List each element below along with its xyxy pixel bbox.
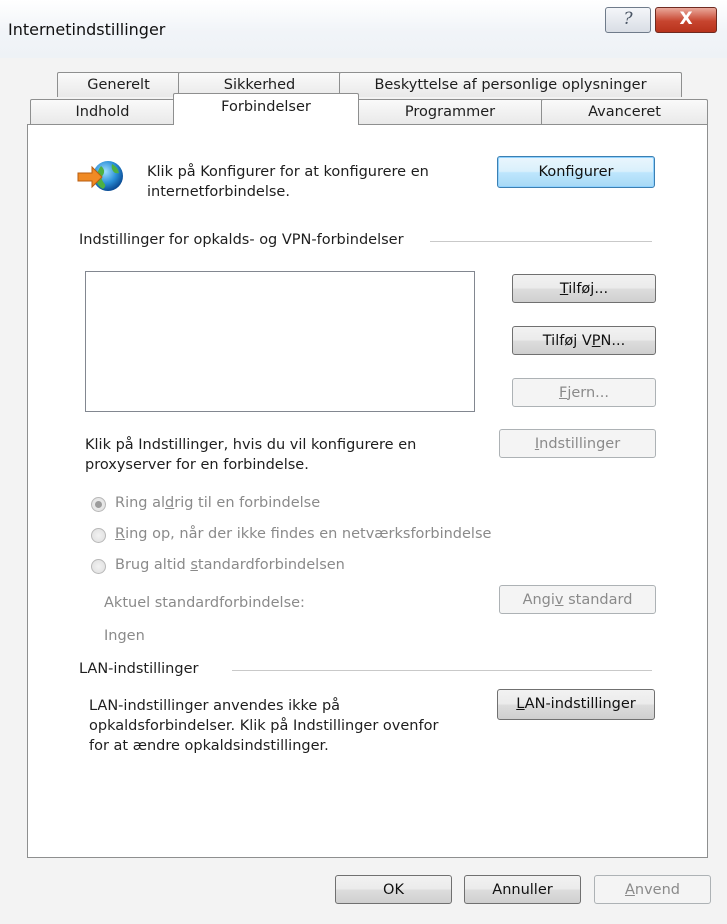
setup-text-line1: Klik på Konfigurer for at konfigurere en — [147, 164, 429, 180]
setup-text-line2: internetforbindelse. — [147, 184, 290, 200]
tab-connections[interactable]: Forbindelser — [173, 93, 359, 125]
tab-advanced[interactable]: Avanceret — [541, 99, 708, 124]
dialup-separator — [430, 241, 652, 242]
proxy-text-line1: Klik på Indstillinger, hvis du vil konfi… — [85, 437, 417, 453]
set-default-button[interactable]: Angiv standard — [499, 585, 656, 614]
globe-connection-icon — [77, 161, 123, 191]
radio-always-default[interactable] — [91, 559, 106, 574]
title-bar[interactable]: Internetindstillinger ? X — [0, 0, 727, 58]
dialup-settings-button[interactable]: Indstillinger — [499, 429, 656, 458]
help-button[interactable]: ? — [605, 7, 651, 33]
current-default-label: Aktuel standardforbindelse: — [104, 595, 305, 611]
radio-never-dial[interactable] — [91, 497, 106, 512]
tab-content[interactable]: Indhold — [30, 99, 175, 124]
lan-separator — [232, 670, 652, 671]
radio-dial-when-needed-label[interactable]: Ring op, når der ikke findes en netværks… — [115, 525, 491, 544]
lan-settings-button[interactable]: LAN-indstillinger — [497, 689, 655, 720]
close-icon: X — [679, 9, 693, 29]
remove-button[interactable]: Fjern... — [512, 378, 656, 407]
help-icon: ? — [623, 9, 633, 29]
current-default-value: Ingen — [104, 628, 145, 644]
lan-text-line1: LAN-indstillinger anvendes ikke på — [89, 698, 341, 714]
radio-dial-when-needed[interactable] — [91, 528, 106, 543]
add-button[interactable]: Tilføj... — [512, 274, 656, 303]
radio-never-dial-label[interactable]: Ring aldrig til en forbindelse — [115, 494, 320, 513]
add-vpn-button[interactable]: Tilføj VPN... — [512, 326, 656, 355]
dialup-section-label: Indstillinger for opkalds- og VPN-forbin… — [79, 232, 404, 248]
tab-privacy[interactable]: Beskyttelse af personlige oplysninger — [339, 72, 682, 97]
close-button[interactable]: X — [655, 7, 717, 33]
ok-button[interactable]: OK — [335, 875, 452, 904]
apply-button[interactable]: Anvend — [594, 875, 711, 904]
tab-general[interactable]: Generelt — [57, 72, 180, 97]
lan-text-line3: for at ændre opkaldsindstillinger. — [89, 738, 329, 754]
proxy-text-line2: proxyserver for en forbindelse. — [85, 457, 309, 473]
lan-section-label: LAN-indstillinger — [79, 661, 199, 677]
cancel-button[interactable]: Annuller — [464, 875, 581, 904]
connections-listbox[interactable] — [85, 271, 475, 412]
window-title: Internetindstillinger — [8, 20, 166, 39]
lan-text-line2: opkaldsforbindelser. Klik på Indstilling… — [89, 718, 439, 734]
tab-programs[interactable]: Programmer — [357, 99, 543, 124]
radio-selected-dot — [95, 501, 102, 508]
radio-always-default-label[interactable]: Brug altid standardforbindelsen — [115, 556, 345, 575]
configure-button[interactable]: Konfigurer — [497, 156, 655, 188]
